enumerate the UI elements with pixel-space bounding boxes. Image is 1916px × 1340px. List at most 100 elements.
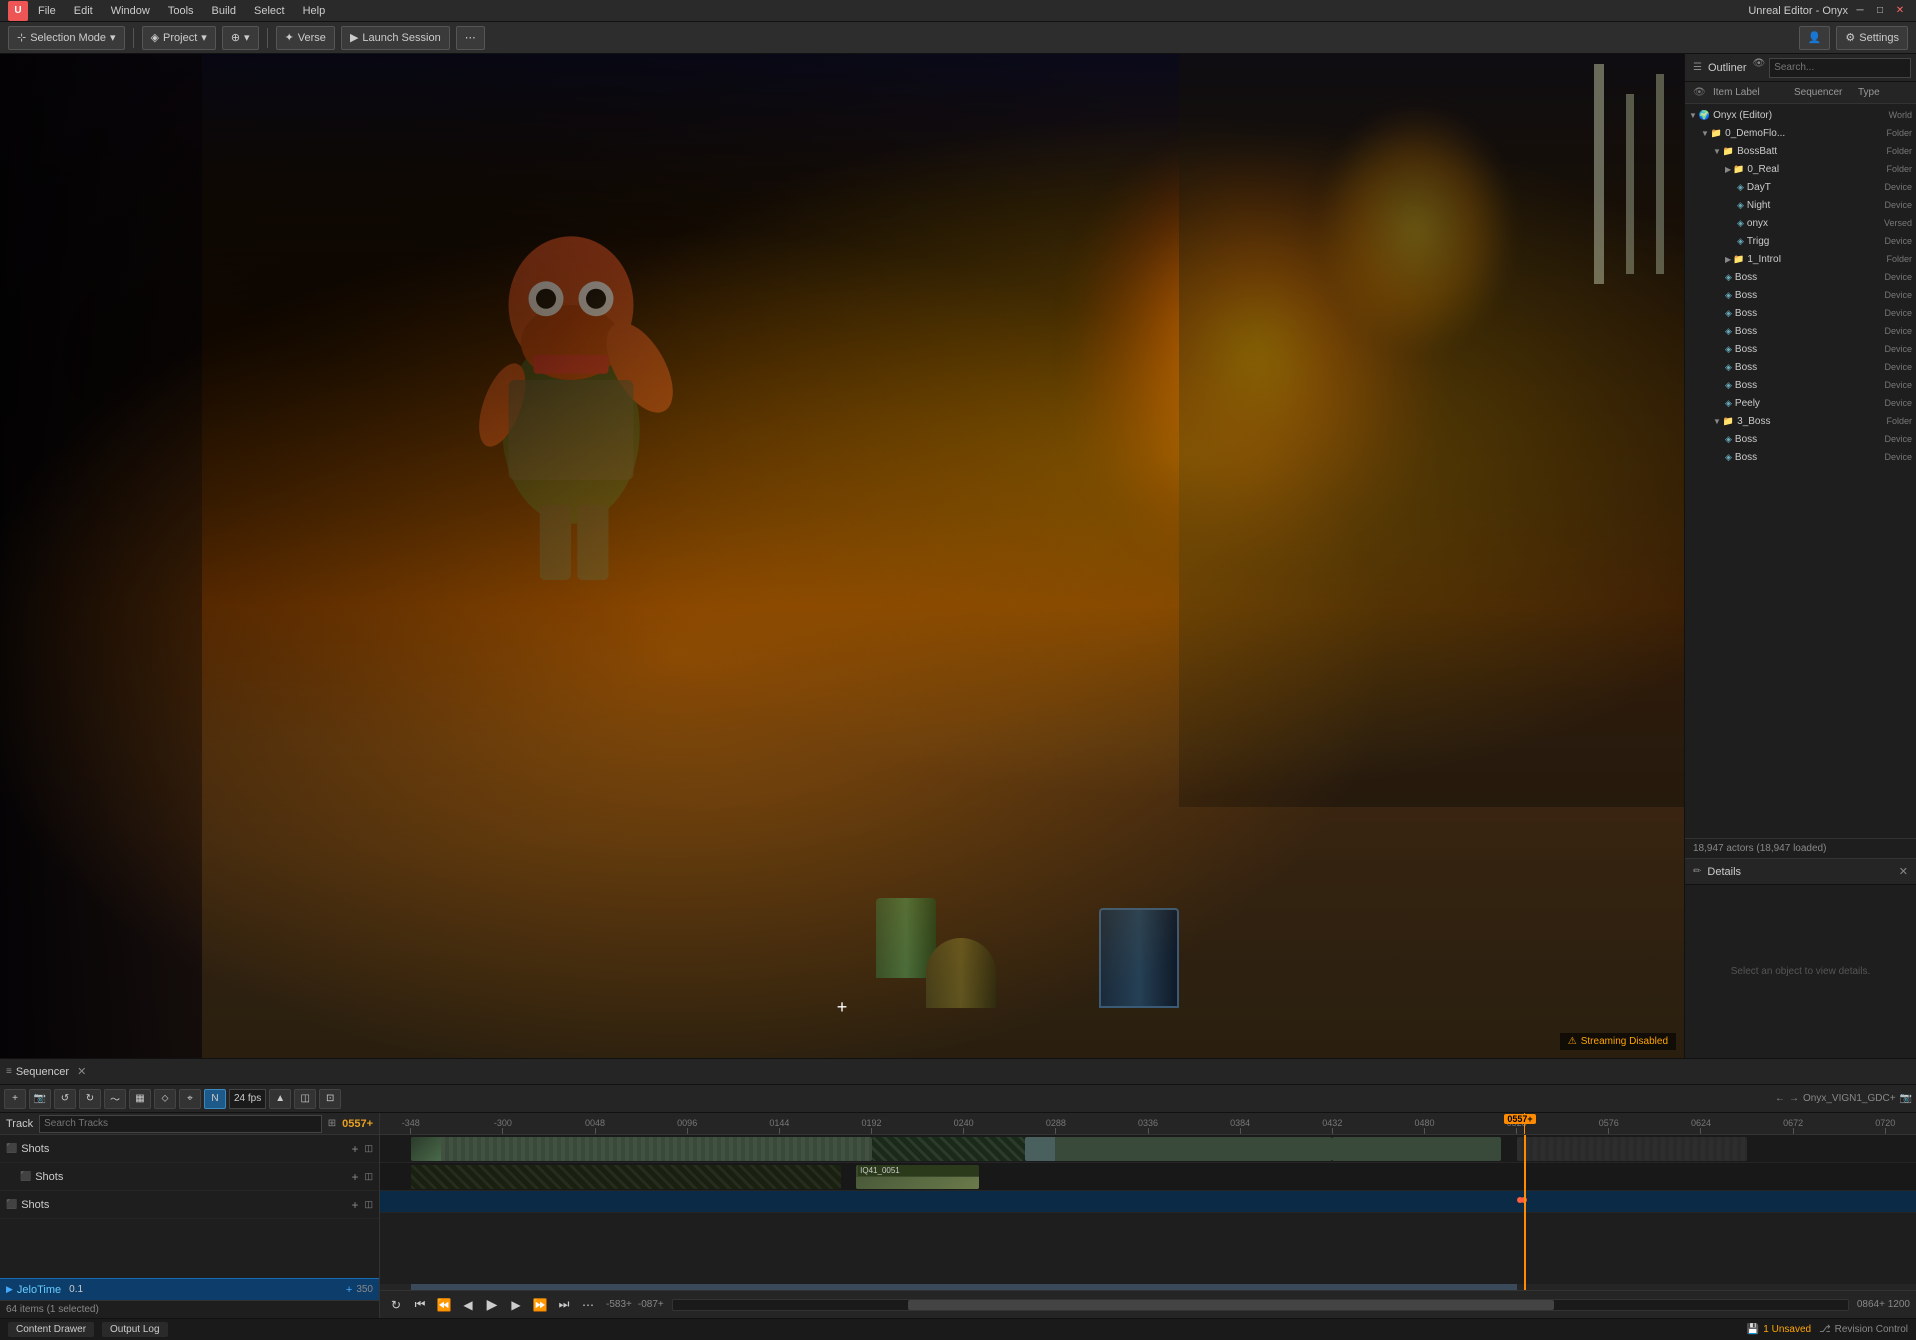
track-row-shots-sub[interactable]: ⬛ Shots + ◫ — [0, 1163, 379, 1191]
menu-edit[interactable]: Edit — [66, 3, 101, 19]
seq-btn-snap[interactable]: ⌖ — [179, 1089, 201, 1109]
details-close-icon[interactable]: ✕ — [1899, 866, 1908, 878]
tree-item-night[interactable]: ◈ Night Device — [1685, 196, 1916, 214]
next-key-btn[interactable]: ⏩ — [530, 1295, 550, 1315]
tree-item-boss6[interactable]: ◈ Boss Device — [1685, 358, 1916, 376]
tl-clip-sub-labeled[interactable]: IQ41_0051 — [856, 1165, 979, 1189]
toolbar-settings-btn[interactable]: ⚙ Settings — [1836, 26, 1908, 50]
tree-item-dayt[interactable]: ◈ DayT Device — [1685, 178, 1916, 196]
playback-options-btn[interactable]: ⋯ — [578, 1295, 598, 1315]
step-forward-btn[interactable]: ▶ — [506, 1295, 526, 1315]
tl-clip-3[interactable] — [1025, 1137, 1332, 1161]
toolbar-verse-btn[interactable]: ✦ Verse — [276, 26, 335, 50]
save-icon: 💾 — [1747, 1324, 1759, 1335]
eye-icon[interactable]: 👁 — [1753, 58, 1766, 78]
tree-item-onyx-editor[interactable]: ▼ 🌍 Onyx (Editor) World — [1685, 106, 1916, 124]
seq-btn-undo[interactable]: ↺ — [54, 1089, 76, 1109]
maximize-button[interactable]: □ — [1872, 3, 1888, 19]
toolbar-account-btn[interactable]: 👤 — [1799, 26, 1831, 50]
tl-clip-2[interactable] — [872, 1137, 1026, 1161]
forward-arrow-icon[interactable]: → — [1789, 1093, 1799, 1104]
timeline-ruler[interactable]: -348 -300 0048 0096 0144 0192 0240 0288 … — [380, 1113, 1916, 1135]
seq-btn-filter[interactable]: ▦ — [129, 1089, 151, 1109]
seq-btn-camera[interactable]: 📷 — [29, 1089, 51, 1109]
menu-select[interactable]: Select — [246, 3, 293, 19]
track-search-input[interactable] — [39, 1115, 322, 1133]
track-vis-icon[interactable]: ◫ — [364, 1143, 373, 1154]
sequencer-close-icon[interactable]: ✕ — [77, 1065, 86, 1078]
tree-item-boss7[interactable]: ◈ Boss Device — [1685, 376, 1916, 394]
content-drawer-button[interactable]: Content Drawer — [8, 1322, 94, 1337]
menu-bar: U File Edit Window Tools Build Select He… — [0, 0, 1916, 22]
tl-clip-sub-hatch[interactable] — [411, 1165, 841, 1189]
extra-icon: ⊕ — [231, 31, 240, 44]
timeline-scrollbar-thumb[interactable] — [908, 1300, 1554, 1310]
viewport[interactable]: + ⚠ Streaming Disabled — [0, 54, 1684, 1058]
tree-item-boss2[interactable]: ◈ Boss Device — [1685, 286, 1916, 304]
toolbar-more-btn[interactable]: ⋯ — [456, 26, 485, 50]
tree-item-boss-sub2[interactable]: ◈ Boss Device — [1685, 448, 1916, 466]
toolbar-project-btn[interactable]: ◈ Project ▾ — [142, 26, 216, 50]
seq-btn-redo[interactable]: ↻ — [79, 1089, 101, 1109]
toolbar-mode-btn[interactable]: ⊹ Selection Mode ▾ — [8, 26, 125, 50]
tl-clip-5[interactable] — [1517, 1137, 1747, 1161]
tree-item-1introl[interactable]: ▶ 📁 1_IntroI Folder — [1685, 250, 1916, 268]
skip-start-btn[interactable]: ⏮ — [410, 1295, 430, 1315]
prev-key-btn[interactable]: ⏪ — [434, 1295, 454, 1315]
toolbar-extra-btn[interactable]: ⊕ ▾ — [222, 26, 259, 50]
fps-display: 24 fps — [229, 1089, 266, 1109]
jelo-time-row[interactable]: ▶ JeloTime 0.1 + 350 — [0, 1278, 379, 1300]
track-vis-icon[interactable]: ◫ — [364, 1199, 373, 1210]
tree-item-trigg[interactable]: ◈ Trigg Device — [1685, 232, 1916, 250]
tree-item-onyx[interactable]: ◈ onyx Versed — [1685, 214, 1916, 232]
revision-control-button[interactable]: ⎇ Revision Control — [1819, 1324, 1908, 1335]
tree-item-boss5[interactable]: ◈ Boss Device — [1685, 340, 1916, 358]
seq-btn-key[interactable]: ⬦ — [154, 1089, 176, 1109]
tree-item-0real[interactable]: ▶ 📁 0_Real Folder — [1685, 160, 1916, 178]
menu-window[interactable]: Window — [103, 3, 158, 19]
tree-item-boss-sub1[interactable]: ◈ Boss Device — [1685, 430, 1916, 448]
play-btn[interactable]: ▶ — [482, 1295, 502, 1315]
tree-item-peely[interactable]: ◈ Peely Device — [1685, 394, 1916, 412]
track-vis-icon[interactable]: ◫ — [364, 1171, 373, 1182]
tl-range-filled[interactable] — [411, 1284, 1517, 1290]
tree-item-boss4[interactable]: ◈ Boss Device — [1685, 322, 1916, 340]
track-add-icon[interactable]: + — [351, 1198, 358, 1212]
outliner-search-input[interactable] — [1769, 58, 1911, 78]
timeline-tracks[interactable]: IQ41_0051 — [380, 1135, 1916, 1290]
menu-help[interactable]: Help — [295, 3, 334, 19]
tl-clip-4[interactable] — [1332, 1137, 1501, 1161]
track-add-icon[interactable]: + — [351, 1170, 358, 1184]
menu-build[interactable]: Build — [204, 3, 244, 19]
seq-btn-chevron-up[interactable]: ▲ — [269, 1089, 291, 1109]
seq-btn-bracket[interactable]: ⊡ — [319, 1089, 341, 1109]
tree-item-3boss[interactable]: ▼ 📁 3_Boss Folder — [1685, 412, 1916, 430]
loop-btn[interactable]: ↻ — [386, 1295, 406, 1315]
back-arrow-icon[interactable]: ← — [1775, 1093, 1785, 1104]
jelo-add-icon[interactable]: + — [346, 1284, 352, 1296]
seq-btn-view[interactable]: ◫ — [294, 1089, 316, 1109]
track-row-shots-1[interactable]: ⬛ Shots + ◫ — [0, 1135, 379, 1163]
minimize-button[interactable]: ─ — [1852, 3, 1868, 19]
skip-end-btn[interactable]: ⏭ — [554, 1295, 574, 1315]
filter-icon[interactable]: ⊞ — [328, 1118, 336, 1129]
menu-file[interactable]: File — [30, 3, 64, 19]
tree-item-bossbatt[interactable]: ▼ 📁 BossBatt Folder — [1685, 142, 1916, 160]
timeline-scrollbar[interactable] — [672, 1299, 1849, 1311]
tree-item-demoflo[interactable]: ▼ 📁 0_DemoFlo... Folder — [1685, 124, 1916, 142]
seq-btn-add[interactable]: + — [4, 1089, 26, 1109]
tree-type: Folder — [1886, 146, 1912, 156]
menu-tools[interactable]: Tools — [160, 3, 202, 19]
step-back-btn[interactable]: ◀ — [458, 1295, 478, 1315]
seq-btn-n[interactable]: N — [204, 1089, 226, 1109]
output-log-button[interactable]: Output Log — [102, 1322, 167, 1337]
tree-item-boss3[interactable]: ◈ Boss Device — [1685, 304, 1916, 322]
seq-camera-icon[interactable]: 📷 — [1900, 1093, 1912, 1104]
close-button[interactable]: ✕ — [1892, 3, 1908, 19]
tl-clip-1[interactable] — [411, 1137, 872, 1161]
track-row-shots-2[interactable]: ⬛ Shots + ◫ — [0, 1191, 379, 1219]
seq-btn-curve[interactable]: 〜 — [104, 1089, 126, 1109]
tree-item-boss1[interactable]: ◈ Boss Device — [1685, 268, 1916, 286]
track-add-icon[interactable]: + — [351, 1142, 358, 1156]
toolbar-launch-btn[interactable]: ▶ Launch Session — [341, 26, 450, 50]
